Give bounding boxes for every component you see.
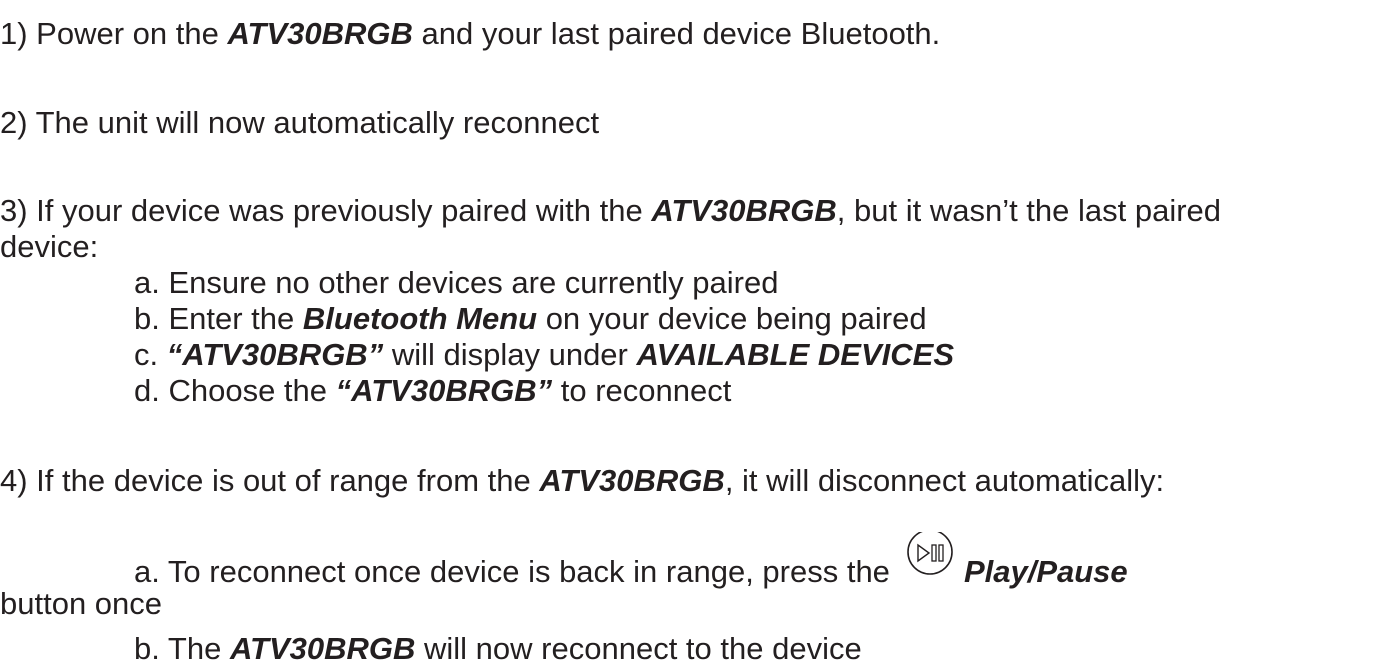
play-pause-label: Play/Pause <box>963 554 1128 589</box>
step-1-prefix: 1) Power on the <box>0 16 228 51</box>
step-3-sub-c: c. “ATV30BRGB” will display under AVAILA… <box>134 336 954 373</box>
step-3-sub-b: b. Enter the Bluetooth Menu on your devi… <box>134 300 927 337</box>
step-3-continuation-text: device: <box>0 229 99 264</box>
instruction-document: 1) Power on the ATV30BRGB and your last … <box>0 0 1396 672</box>
model-name: ATV30BRGB <box>227 16 413 51</box>
step-4-sub-a-continuation-text: button once <box>0 586 163 621</box>
step-3-sub-c-prefix: c. <box>134 337 167 372</box>
model-name: ATV30BRGB <box>229 631 416 666</box>
available-devices-label: AVAILABLE DEVICES <box>636 337 955 372</box>
step-4-prefix: 4) If the device is out of range from th… <box>0 463 540 498</box>
step-3-sub-d-prefix: d. Choose the <box>134 373 336 408</box>
step-3-sub-a: a. Ensure no other devices are currently… <box>134 264 778 301</box>
step-3-sub-d: d. Choose the “ATV30BRGB” to reconnect <box>134 372 731 409</box>
step-4-sub-b: b. The ATV30BRGB will now reconnect to t… <box>134 630 862 667</box>
step-3: 3) If your device was previously paired … <box>0 192 1221 229</box>
step-3-sub-b-suffix: on your device being paired <box>537 301 927 336</box>
step-4-sub-a: a. To reconnect once device is back in r… <box>134 532 1128 590</box>
model-name: ATV30BRGB <box>651 193 837 228</box>
device-name-quoted: “ATV30BRGB” <box>335 373 553 408</box>
model-name: ATV30BRGB <box>539 463 725 498</box>
step-3-sub-d-suffix: to reconnect <box>552 373 732 408</box>
step-2: 2) The unit will now automatically recon… <box>0 104 599 141</box>
play-pause-icon <box>904 532 956 588</box>
step-1-suffix: and your last paired device Bluetooth. <box>412 16 941 51</box>
step-4-sub-a-prefix: a. To reconnect once device is back in r… <box>134 554 890 589</box>
step-1: 1) Power on the ATV30BRGB and your last … <box>0 15 940 52</box>
device-name-quoted: “ATV30BRGB” <box>166 337 384 372</box>
step-4-sub-b-suffix: will now reconnect to the device <box>415 631 862 666</box>
step-4-suffix: , it will disconnect automatically: <box>724 463 1165 498</box>
bluetooth-menu-label: Bluetooth Menu <box>302 301 538 336</box>
step-4: 4) If the device is out of range from th… <box>0 462 1164 499</box>
step-3-sub-b-prefix: b. Enter the <box>134 301 303 336</box>
step-2-text: 2) The unit will now automatically recon… <box>0 105 600 140</box>
step-3-sub-c-mid: will display under <box>383 337 637 372</box>
step-3-prefix: 3) If your device was previously paired … <box>0 193 652 228</box>
step-3-continuation: device: <box>0 228 98 265</box>
step-3-suffix: , but it wasn’t the last paired <box>836 193 1222 228</box>
step-4-sub-a-continuation: button once <box>0 585 162 622</box>
step-3-sub-a-text: a. Ensure no other devices are currently… <box>134 265 779 300</box>
step-4-sub-b-prefix: b. The <box>134 631 230 666</box>
